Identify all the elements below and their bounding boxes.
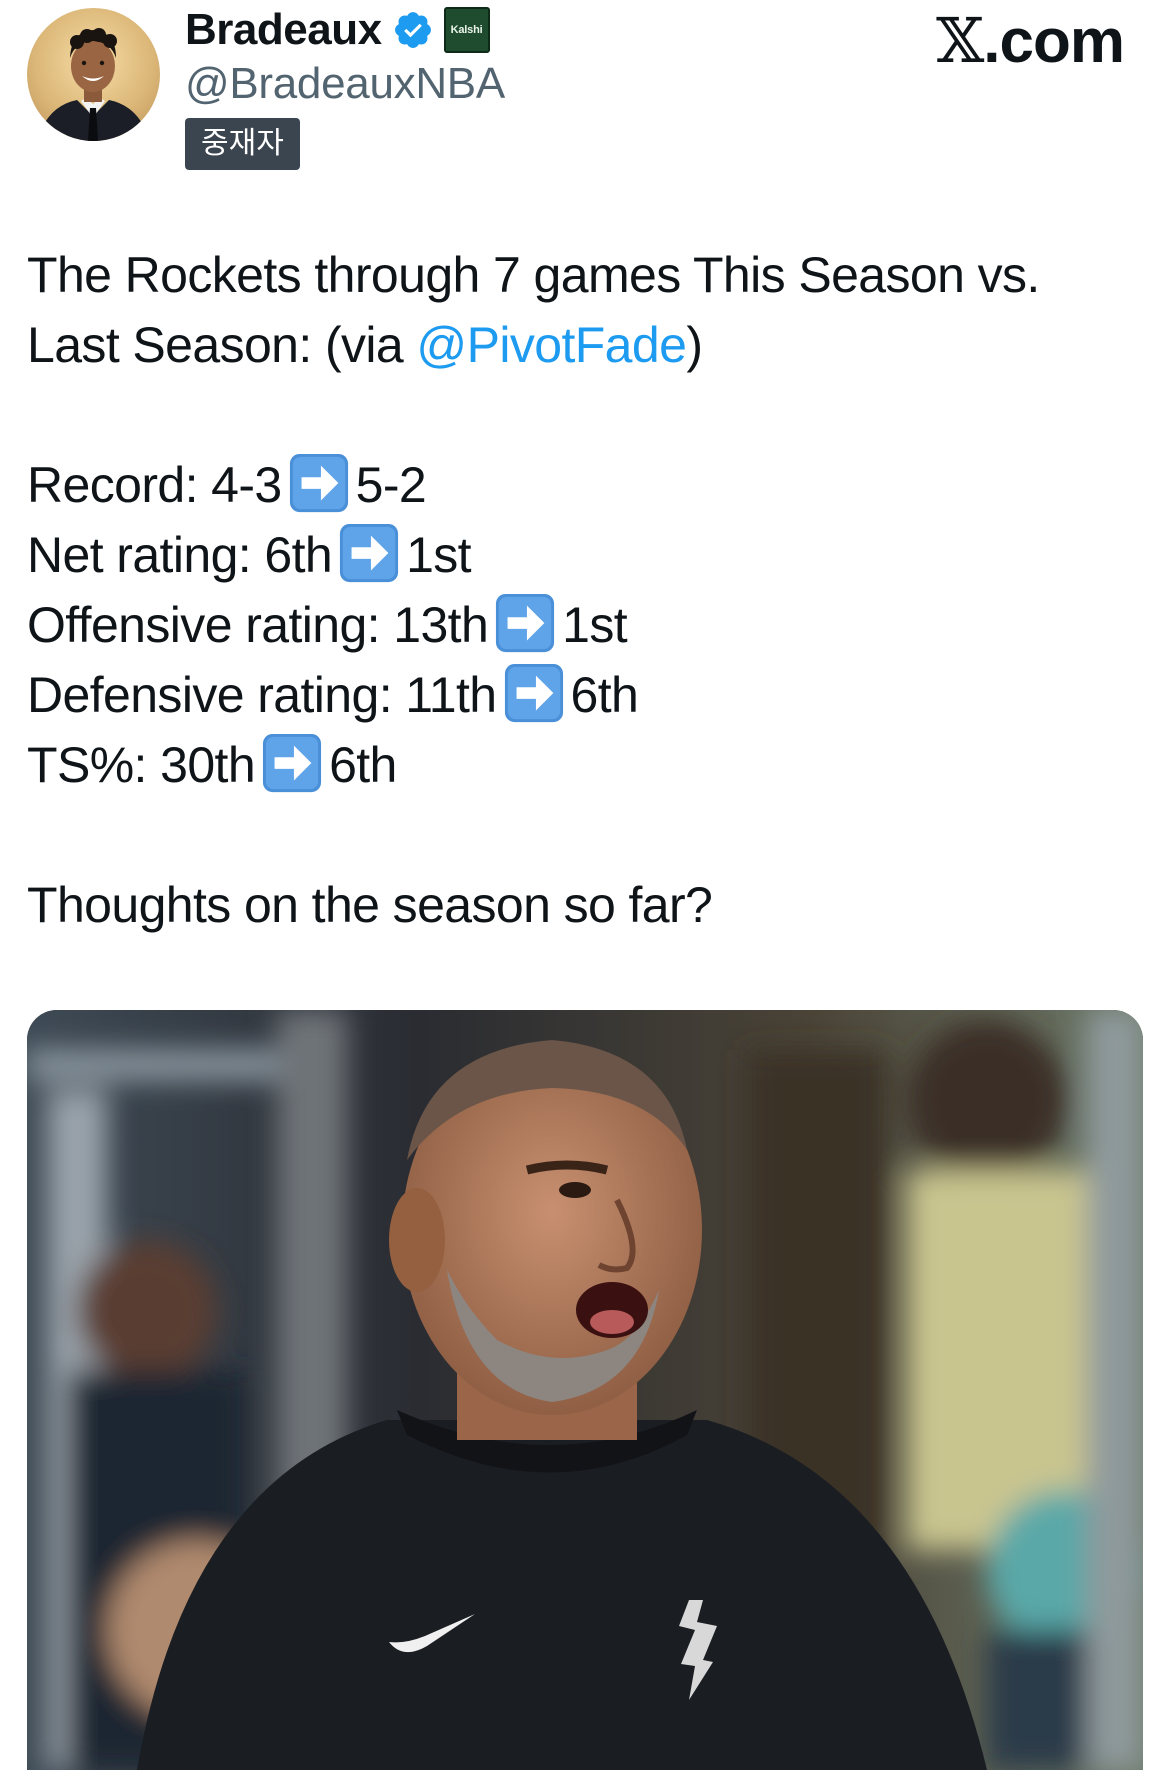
stat-before: Net rating: 6th bbox=[27, 527, 333, 583]
intro-line-2: Last Season: (via @PivotFade) bbox=[27, 310, 1137, 380]
verified-checkmark-icon bbox=[394, 12, 431, 48]
site-logo: 𝕏.com bbox=[936, 4, 1125, 77]
closing-question: Thoughts on the season so far? bbox=[27, 877, 713, 933]
tweet-photo[interactable] bbox=[27, 1010, 1143, 1770]
tweet-text: The Rockets through 7 games This Season … bbox=[27, 240, 1137, 940]
stat-before: Offensive rating: 13th bbox=[27, 597, 489, 653]
right-arrow-emoji-icon bbox=[288, 452, 350, 514]
right-arrow-emoji-icon bbox=[503, 662, 565, 724]
author-avatar[interactable] bbox=[27, 8, 160, 141]
stat-line: Record: 4-3 5-2 bbox=[27, 450, 1137, 520]
mention-link[interactable]: @PivotFade bbox=[416, 317, 686, 373]
stat-line: Net rating: 6th 1st bbox=[27, 520, 1137, 590]
stat-after: 1st bbox=[562, 597, 628, 653]
stat-before: TS%: 30th bbox=[27, 737, 256, 793]
intro-line-2-prefix: Last Season: (via bbox=[27, 317, 417, 373]
stat-line: TS%: 30th 6th bbox=[27, 730, 1137, 800]
intro-line-2-suffix: ) bbox=[686, 317, 703, 373]
x-logo-icon: 𝕏 bbox=[936, 4, 984, 77]
affiliate-badge-text: Kalshi bbox=[450, 24, 483, 36]
stats-list: Record: 4-3 5-2 Net rating: 6th 1st Offens… bbox=[27, 450, 1137, 800]
intro-line-1: The Rockets through 7 games This Season … bbox=[27, 247, 1040, 303]
stat-after: 1st bbox=[406, 527, 472, 583]
stat-after: 6th bbox=[570, 667, 639, 723]
author-name-row: Bradeaux Kalshi bbox=[185, 4, 490, 56]
stat-after: 5-2 bbox=[355, 457, 427, 513]
stat-before: Defensive rating: 11th bbox=[27, 667, 497, 723]
affiliate-badge[interactable]: Kalshi bbox=[443, 7, 490, 53]
author-label-badge: 중재자 bbox=[185, 118, 300, 170]
stat-before: Record: 4-3 bbox=[27, 457, 282, 513]
stat-after: 6th bbox=[329, 737, 397, 793]
site-domain: .com bbox=[983, 7, 1125, 76]
author-handle[interactable]: @BradeauxNBA bbox=[185, 58, 505, 110]
stat-line: Defensive rating: 11th 6th bbox=[27, 660, 1137, 730]
right-arrow-emoji-icon bbox=[261, 732, 323, 794]
right-arrow-emoji-icon bbox=[338, 522, 400, 584]
author-display-name[interactable]: Bradeaux bbox=[185, 4, 382, 56]
right-arrow-emoji-icon bbox=[494, 592, 556, 654]
stat-line: Offensive rating: 13th 1st bbox=[27, 590, 1137, 660]
